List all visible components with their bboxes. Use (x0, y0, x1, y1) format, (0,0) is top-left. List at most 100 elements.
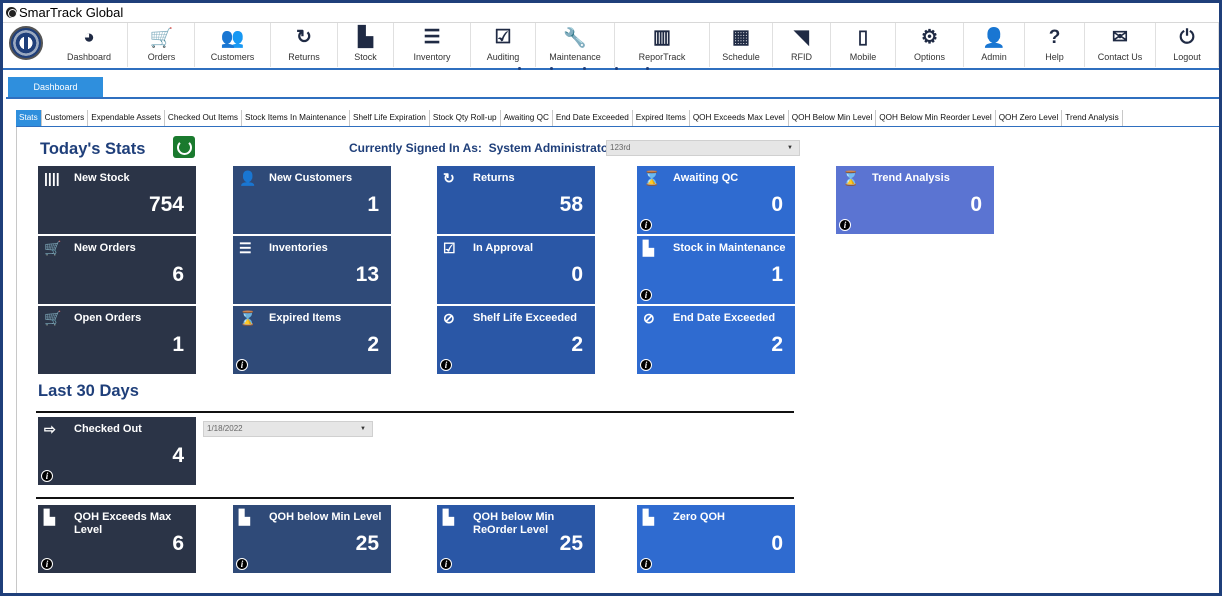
toolbar-contact-us-button[interactable]: ✉ Contact Us (1085, 23, 1156, 67)
subtab-expired-items[interactable]: Expired Items (633, 110, 690, 126)
chevron-down-icon: ▼ (360, 426, 366, 432)
toolbar-reportrack-button[interactable]: ▥ ReporTrack (615, 23, 710, 67)
subtab-customers[interactable]: Customers (42, 110, 89, 126)
tab-dashboard[interactable]: Dashboard (8, 77, 103, 97)
subtab-stock-qty-roll-up[interactable]: Stock Qty Roll-up (430, 110, 501, 126)
toolbar-label: Maintenance (549, 52, 601, 62)
main-toolbar: ◕ Dashboard 🛒 Orders 👥 Customers ↻ Returns ▙ Stoc… (3, 22, 1219, 70)
tile-value: 0 (970, 193, 982, 216)
subtab-stats[interactable]: Stats (16, 110, 42, 126)
toolbar-options-button[interactable]: ⚙ Options (896, 23, 964, 67)
toolbar-auditing-button[interactable]: ☑ Auditing (471, 23, 536, 67)
toolbar-mobile-button[interactable]: ▯ Mobile (831, 23, 896, 67)
info-icon[interactable]: i (440, 558, 452, 570)
tile-title: New Orders (74, 242, 136, 254)
toolbar-label: Inventory (413, 52, 451, 62)
tile-value: 4 (172, 444, 184, 467)
subtab-qoh-exceeds-max-level[interactable]: QOH Exceeds Max Level (690, 110, 789, 126)
subtab-divider (16, 126, 1219, 127)
tab-divider (6, 97, 1219, 99)
toolbar-label: Logout (1173, 52, 1201, 62)
page-indicator (518, 67, 658, 73)
refresh-button[interactable] (173, 136, 195, 158)
stock-icon: ▙ (643, 509, 654, 525)
inventories-tile[interactable]: ☰ Inventories 13 (233, 236, 391, 304)
tile-title: Open Orders (74, 312, 142, 324)
title-bar: SmarTrack Global (3, 3, 1219, 22)
toolbar-label: RFID (791, 52, 812, 62)
info-icon[interactable]: i (640, 289, 652, 301)
info-icon[interactable]: i (640, 359, 652, 371)
checked-out-tile[interactable]: ⇨ Checked Out 4 i (38, 417, 196, 485)
tile-value: 1 (771, 263, 783, 286)
tile-value: 1 (367, 193, 379, 216)
toolbar-inventory-button[interactable]: ☰ Inventory (394, 23, 471, 67)
info-icon[interactable]: i (839, 219, 851, 231)
open-orders-tile[interactable]: 🛒 Open Orders 1 (38, 306, 196, 374)
tile-title: New Stock (74, 172, 130, 184)
qoh-below-min-level-tile[interactable]: ▙ QOH below Min Level 25 i (233, 505, 391, 573)
info-icon[interactable]: i (640, 219, 652, 231)
subtab-stock-items-in-maintenance[interactable]: Stock Items In Maintenance (242, 110, 351, 126)
subtab-qoh-below-min-level[interactable]: QOH Below Min Level (789, 110, 877, 126)
calendar-check-icon: ☑ (494, 27, 512, 48)
new-stock-tile[interactable]: |||| New Stock 754 (38, 166, 196, 234)
content-border (16, 127, 17, 593)
subtab-awaiting-qc[interactable]: Awaiting QC (501, 110, 553, 126)
toolbar-label: Orders (147, 52, 176, 62)
smartrack-logo (9, 26, 43, 60)
toolbar-schedule-button[interactable]: ▦ Schedule (710, 23, 773, 67)
in-approval-tile[interactable]: ☑ In Approval 0 (437, 236, 595, 304)
app-title: SmarTrack Global (19, 5, 124, 20)
toolbar-logout-button[interactable]: ⏻ Logout (1156, 23, 1219, 67)
trend-analysis-tile[interactable]: ⌛ Trend Analysis 0 i (836, 166, 994, 234)
toolbar-dashboard-button[interactable]: ◕ Dashboard (51, 23, 128, 67)
toolbar-maintenance-button[interactable]: 🔧 Maintenance (536, 23, 615, 67)
info-icon[interactable]: i (41, 470, 53, 482)
toolbar-help-button[interactable]: ? Help (1025, 23, 1085, 67)
subtab-trend-analysis[interactable]: Trend Analysis (1062, 110, 1123, 126)
returns-tile[interactable]: ↻ Returns 58 (437, 166, 595, 234)
subtab-end-date-exceeded[interactable]: End Date Exceeded (553, 110, 633, 126)
expired-items-tile[interactable]: ⌛ Expired Items 2 i (233, 306, 391, 374)
toolbar-admin-button[interactable]: 👤 Admin (964, 23, 1025, 67)
add-user-icon: 👤 (239, 170, 257, 186)
subtab-expendable-assets[interactable]: Expendable Assets (88, 110, 165, 126)
toolbar-orders-button[interactable]: 🛒 Orders (129, 23, 195, 67)
location-select[interactable]: 123rd ▼ (606, 140, 800, 156)
tile-title: Zero QOH (673, 511, 725, 523)
toolbar-customers-button[interactable]: 👥 Customers (195, 23, 271, 67)
bar-chart-icon: ▥ (653, 27, 671, 48)
power-icon: ⏻ (1179, 26, 1195, 48)
calendar-icon: ▦ (732, 27, 750, 48)
new-customers-tile[interactable]: 👤 New Customers 1 (233, 166, 391, 234)
awaiting-qc-tile[interactable]: ⌛ Awaiting QC 0 i (637, 166, 795, 234)
mobile-icon: ▯ (857, 27, 869, 48)
info-icon[interactable]: i (440, 359, 452, 371)
checkbox-icon: ☑ (443, 240, 456, 256)
toolbar-stock-button[interactable]: ▙ Stock (338, 23, 394, 67)
zero-qoh-tile[interactable]: ▙ Zero QOH 0 i (637, 505, 795, 573)
subtab-qoh-below-min-reorder-level[interactable]: QOH Below Min Reorder Level (876, 110, 996, 126)
tile-value: 1 (172, 333, 184, 356)
new-orders-tile[interactable]: 🛒 New Orders 6 (38, 236, 196, 304)
refresh-icon: ↻ (443, 170, 455, 186)
subtab-qoh-zero-level[interactable]: QOH Zero Level (996, 110, 1063, 126)
toolbar-label: Dashboard (66, 52, 112, 62)
stock-in-maintenance-tile[interactable]: ▙ Stock in Maintenance 1 i (637, 236, 795, 304)
info-icon[interactable]: i (640, 558, 652, 570)
tile-value: 2 (367, 333, 379, 356)
subtab-checked-out-items[interactable]: Checked Out Items (165, 110, 242, 126)
date-select[interactable]: 1/18/2022 ▼ (203, 421, 373, 437)
toolbar-returns-button[interactable]: ↻ Returns (271, 23, 338, 67)
end-date-exceeded-tile[interactable]: ⊘ End Date Exceeded 2 i (637, 306, 795, 374)
toolbar-rfid-button[interactable]: ◥ RFID (773, 23, 831, 67)
sign-out-icon: ⇨ (44, 421, 56, 437)
subtab-shelf-life-expiration[interactable]: Shelf Life Expiration (350, 110, 430, 126)
shelf-life-exceeded-tile[interactable]: ⊘ Shelf Life Exceeded 2 i (437, 306, 595, 374)
qoh-exceeds-max-level-tile[interactable]: ▙ QOH Exceeds Max Level 6 i (38, 505, 196, 573)
info-icon[interactable]: i (236, 359, 248, 371)
qoh-below-min-reorder-level-tile[interactable]: ▙ QOH below Min ReOrder Level 25 i (437, 505, 595, 573)
info-icon[interactable]: i (236, 558, 248, 570)
info-icon[interactable]: i (41, 558, 53, 570)
